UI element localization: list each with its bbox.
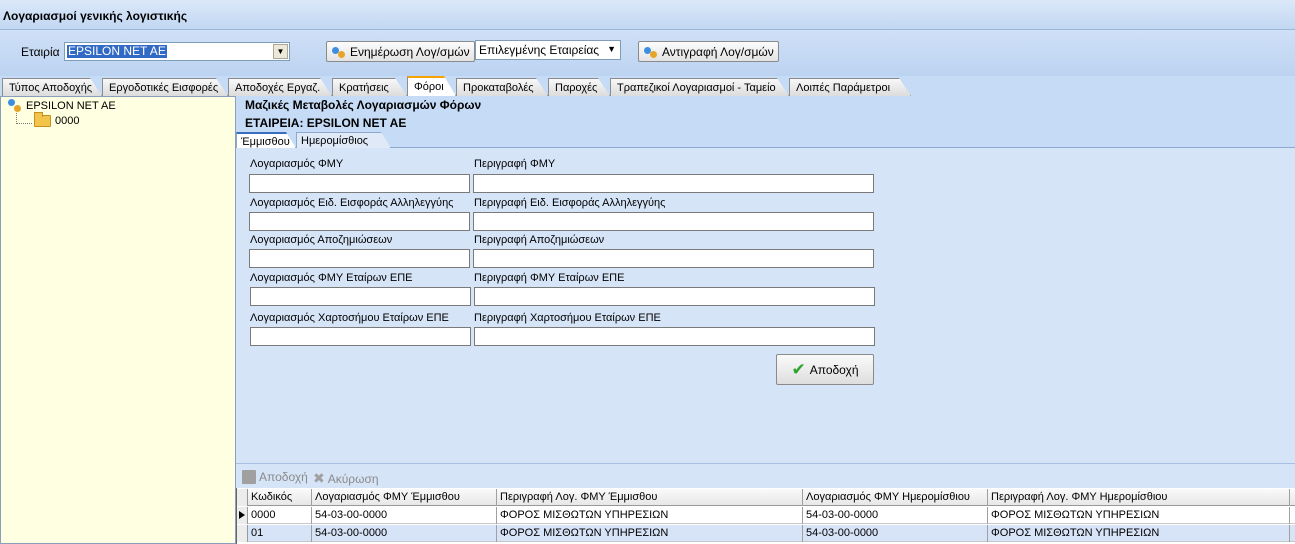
copy-accounts-label: Αντιγραφή Λογ/σμών — [662, 44, 774, 59]
folder-icon — [34, 112, 51, 127]
company-combo[interactable]: EPSILON NET AE ▼ — [64, 42, 290, 61]
column-header[interactable]: Λογαριασμός ΦΜΥ Έμμισθου — [312, 489, 497, 506]
current-row-arrow-icon — [239, 511, 245, 519]
company-label: Εταιρία — [21, 45, 60, 59]
account-label: Λογαριασμός ΦΜΥ Εταίρων ΕΠΕ — [250, 272, 413, 284]
panel-company: ΕΤΑΙΡΕΙΑ: EPSILON NET AE — [245, 116, 407, 130]
tab-bank-accounts[interactable]: Τραπεζικοί Λογαριασμοί - Ταμείο — [610, 78, 789, 96]
tree-node[interactable]: 0000 — [34, 112, 80, 127]
grid-cancel-button[interactable]: ✖ Ακύρωση — [313, 470, 379, 487]
scope-select-value: Επιλεγμένης Εταιρείας — [479, 43, 600, 57]
tab-employee-earnings[interactable]: Αποδοχές Εργαζ. — [228, 78, 332, 96]
account-label: Λογαριασμός Αποζημιώσεων — [250, 234, 393, 246]
accounts-grid: Κωδικός Λογαριασμός ΦΜΥ Έμμισθου Περιγρα… — [236, 488, 1295, 544]
table-cell[interactable]: 54-03-00-0000 — [312, 507, 497, 524]
grid-accept-label: Αποδοχή — [259, 470, 308, 484]
tab-employer-contributions[interactable]: Εργοδοτικές Εισφορές — [102, 78, 228, 96]
description-label: Περιγραφή Χαρτοσήμου Εταίρων ΕΠΕ — [474, 312, 661, 324]
account-input[interactable] — [250, 287, 471, 306]
description-input[interactable] — [473, 212, 874, 231]
description-label: Περιγραφή ΦΜΥ Εταίρων ΕΠΕ — [474, 272, 625, 284]
table-cell[interactable]: ΦΟΡΟΣ ΜΙΣΘΩΤΩΝ ΥΠΗΡΕΣΙΩΝ — [988, 507, 1290, 524]
accept-button[interactable]: ✔ Αποδοχή — [776, 354, 874, 385]
table-cell[interactable]: ΦΟΡΟΣ ΜΙΣΘΩΤΩΝ ΥΠΗΡΕΣΙΩΝ — [497, 525, 803, 542]
grid-toolbar: Αποδοχή ✖ Ακύρωση — [236, 463, 1295, 488]
table-cell[interactable]: 54-03-00-0000 — [803, 525, 988, 542]
row-indicator-header — [237, 489, 248, 506]
account-label: Λογαριασμός ΦΜΥ — [250, 158, 344, 170]
account-input[interactable] — [249, 174, 470, 193]
users-icon — [643, 45, 659, 59]
save-icon — [242, 470, 256, 484]
main-tabs: Τύπος Αποδοχής Εργοδοτικές Εισφορές Αποδ… — [0, 76, 1295, 96]
tab-deductions[interactable]: Κρατήσεις — [332, 78, 407, 96]
cancel-icon: ✖ — [313, 470, 325, 486]
description-input[interactable] — [473, 249, 874, 268]
copy-accounts-button[interactable]: Αντιγραφή Λογ/σμών — [638, 41, 779, 62]
table-row[interactable]: 0000 54-03-00-0000 ΦΟΡΟΣ ΜΙΣΘΩΤΩΝ ΥΠΗΡΕΣ… — [237, 507, 1295, 524]
update-accounts-button[interactable]: Ενημέρωση Λογ/σμών — [326, 41, 475, 62]
tab-other-parameters[interactable]: Λοιπές Παράμετροι — [789, 78, 911, 96]
update-accounts-label: Ενημέρωση Λογ/σμών — [350, 44, 470, 59]
tab-salaried[interactable]: Έμμισθου — [236, 132, 296, 148]
table-cell[interactable]: ΦΟΡΟΣ ΜΙΣΘΩΤΩΝ ΥΠΗΡΕΣΙΩΝ — [988, 525, 1290, 542]
panel-title: Μαζικές Μεταβολές Λογαριασμών Φόρων — [245, 98, 482, 112]
company-icon — [6, 99, 22, 113]
accept-button-label: Αποδοχή — [809, 362, 859, 377]
window-title: Λογαριασμοί γενικής λογιστικής — [0, 0, 1295, 30]
description-label: Περιγραφή Αποζημιώσεων — [474, 234, 605, 246]
checkmark-icon: ✔ — [791, 359, 806, 379]
account-input[interactable] — [249, 212, 470, 231]
chevron-down-icon: ▼ — [607, 44, 616, 54]
grid-accept-button[interactable]: Αποδοχή — [242, 470, 308, 484]
company-combo-value: EPSILON NET AE — [67, 44, 167, 58]
employee-type-tabs: Έμμισθου Ημερομίσθιος — [236, 132, 1295, 148]
table-cell[interactable]: 54-03-00-0000 — [803, 507, 988, 524]
tab-income-type[interactable]: Τύπος Αποδοχής — [2, 78, 102, 96]
account-input[interactable] — [249, 249, 470, 268]
description-input[interactable] — [474, 287, 875, 306]
table-row[interactable]: 01 54-03-00-0000 ΦΟΡΟΣ ΜΙΣΘΩΤΩΝ ΥΠΗΡΕΣΙΩ… — [237, 525, 1295, 542]
column-header[interactable]: Περιγραφή Λογ. ΦΜΥ Έμμισθου — [497, 489, 803, 506]
account-label: Λογαριασμός Χαρτοσήμου Εταίρων ΕΠΕ — [250, 312, 449, 324]
column-header[interactable]: Περιγραφή Λογ. ΦΜΥ Ημερομίσθιου — [988, 489, 1290, 506]
tab-benefits[interactable]: Παροχές — [548, 78, 610, 96]
users-icon — [331, 45, 347, 59]
column-header[interactable]: Κωδικός — [248, 489, 312, 506]
account-label: Λογαριασμός Ειδ. Εισφοράς Αλληλεγγύης — [250, 197, 454, 209]
description-input[interactable] — [473, 174, 874, 193]
column-header[interactable]: Λογαριασμός ΦΜΥ Ημερομίσθιου — [803, 489, 988, 506]
table-cell[interactable]: 0000 — [248, 507, 312, 524]
tree-root-label: EPSILON NET AE — [26, 100, 116, 112]
grid-cancel-label: Ακύρωση — [327, 471, 379, 486]
company-tree: EPSILON NET AE 0000 — [0, 96, 236, 544]
row-indicator — [237, 525, 248, 542]
tab-daily-wage[interactable]: Ημερομίσθιος — [296, 132, 391, 148]
grid-header: Κωδικός Λογαριασμός ΦΜΥ Έμμισθου Περιγρα… — [237, 489, 1295, 506]
top-toolbar: Εταιρία EPSILON NET AE ▼ Ενημέρωση Λογ/σ… — [0, 30, 1295, 76]
scope-select[interactable]: Επιλεγμένης Εταιρείας ▼ — [475, 40, 621, 60]
accounts-form: Λογαριασμός ΦΜΥ Περιγραφή ΦΜΥ Λογαριασμό… — [236, 148, 1295, 463]
table-cell[interactable]: 54-03-00-0000 — [312, 525, 497, 542]
description-input[interactable] — [474, 327, 875, 346]
bulk-changes-panel: Μαζικές Μεταβολές Λογαριασμών Φόρων ΕΤΑΙ… — [236, 96, 1295, 463]
tab-taxes[interactable]: Φόροι — [407, 76, 456, 96]
tree-branch-line — [16, 113, 32, 124]
description-label: Περιγραφή Ειδ. Εισφοράς Αλληλεγγύης — [474, 197, 666, 209]
tab-advances[interactable]: Προκαταβολές — [456, 78, 548, 96]
description-label: Περιγραφή ΦΜΥ — [474, 158, 556, 170]
tree-root[interactable]: EPSILON NET AE — [6, 99, 116, 113]
table-cell[interactable]: ΦΟΡΟΣ ΜΙΣΘΩΤΩΝ ΥΠΗΡΕΣΙΩΝ — [497, 507, 803, 524]
tree-node-label: 0000 — [55, 115, 80, 127]
table-cell[interactable]: 01 — [248, 525, 312, 542]
chevron-down-icon[interactable]: ▼ — [273, 44, 288, 59]
row-indicator — [237, 507, 248, 524]
account-input[interactable] — [250, 327, 471, 346]
